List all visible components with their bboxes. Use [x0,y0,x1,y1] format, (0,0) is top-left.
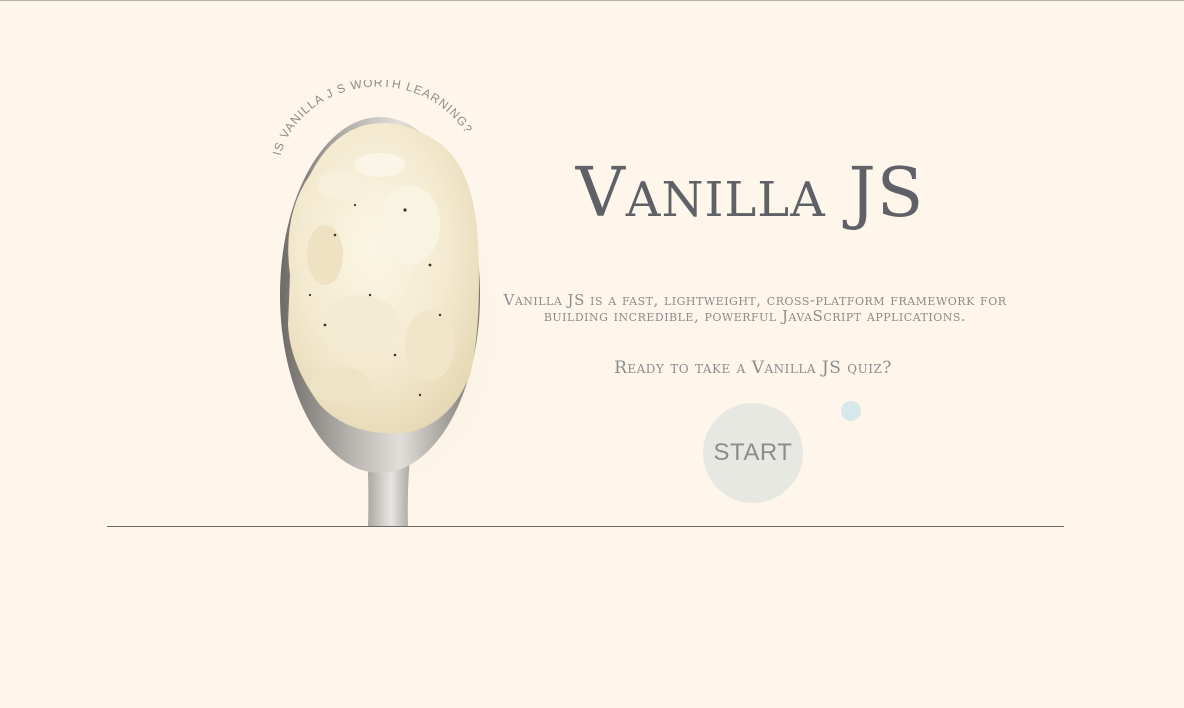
quiz-prompt: Ready to take a Vanilla JS quiz? [614,358,892,378]
decorative-dot [841,401,861,421]
start-button[interactable]: START [703,403,803,503]
top-border [0,0,1184,1]
description-line-2: building incredible, powerful JavaScript… [543,307,967,325]
page-title: Vanilla JS [575,154,925,233]
curved-caption: IS VANILLA J S WORTH LEARNING? [262,76,492,180]
divider-line [107,526,1064,527]
landing-page: IS VANILLA J S WORTH LEARNING? Vanilla J… [0,0,1184,708]
curved-caption-text: IS VANILLA J S WORTH LEARNING? [270,76,475,157]
description: Vanilla JS is a fast, lightweight, cross… [482,292,1028,324]
svg-text:IS VANILLA J S WORTH LEARNING?: IS VANILLA J S WORTH LEARNING? [270,80,476,157]
description-line-1: Vanilla JS is a fast, lightweight, cross… [503,291,1007,309]
